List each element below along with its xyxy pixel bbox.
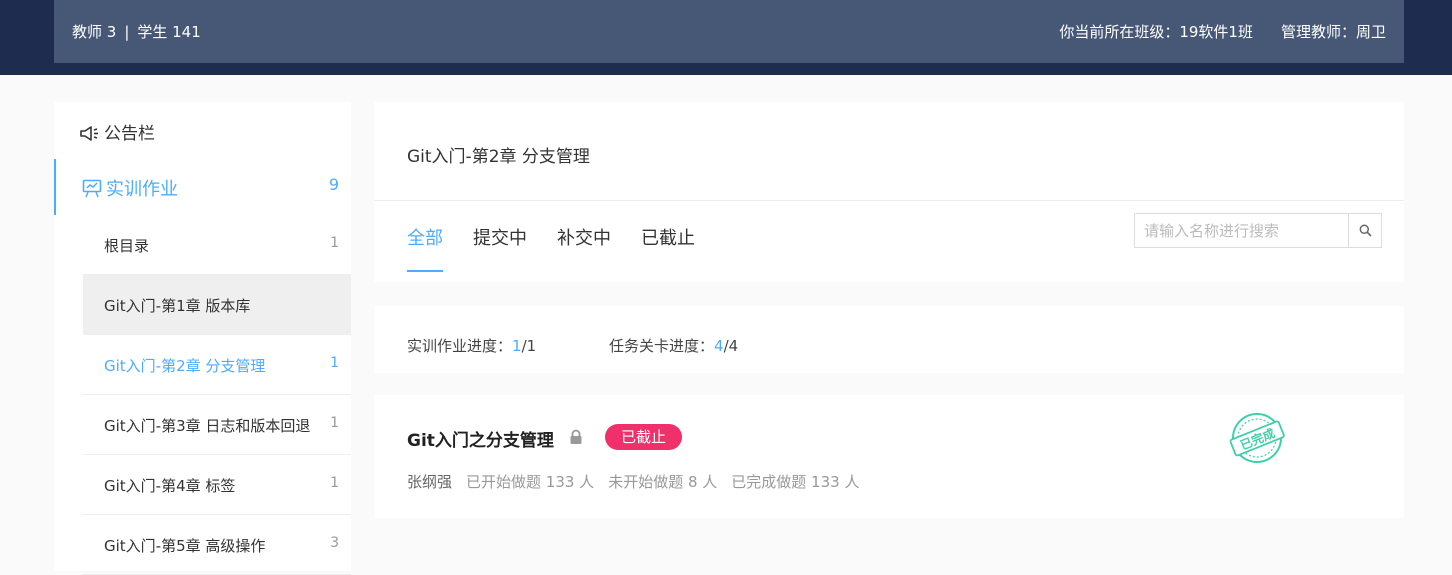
sidebar-item-label: 根目录 — [104, 237, 150, 255]
progress-panel: 实训作业进度：1/1 任务关卡进度：4/4 — [374, 306, 1404, 373]
teacher-count[interactable]: 教师 3 — [72, 23, 116, 41]
category-label: 实训作业 — [106, 179, 178, 200]
sidebar-item-chapter-2[interactable]: Git入门-第2章 分支管理 1 — [83, 335, 351, 395]
title-panel: Git入门-第2章 分支管理 全部 提交中 补交中 已截止 — [374, 102, 1404, 282]
stats-separator: | — [124, 23, 130, 41]
category-count: 9 — [328, 175, 339, 194]
class-info: 你当前所在班级：19软件1班 管理教师：周卫 — [1059, 21, 1386, 42]
sidebar-item-label: Git入门-第2章 分支管理 — [104, 357, 266, 375]
megaphone-icon — [80, 126, 98, 141]
sidebar-item-root[interactable]: 根目录 1 — [83, 215, 351, 275]
search-button[interactable] — [1348, 214, 1381, 247]
task-title[interactable]: Git入门之分支管理 — [407, 426, 554, 451]
sidebar-item-count: 1 — [330, 415, 339, 431]
notice-label: 公告栏 — [104, 124, 155, 144]
task-card[interactable]: Git入门之分支管理 已截止 已完成 张纲强 已开始做题 133 人未开始做题 8… — [374, 395, 1404, 518]
search-box — [1134, 213, 1382, 248]
sidebar-item-label: Git入门-第1章 版本库 — [104, 297, 251, 315]
sidebar-item-chapter-1[interactable]: Git入门-第1章 版本库 — [83, 275, 351, 335]
tab-all[interactable]: 全部 — [407, 224, 443, 272]
task-meta: 张纲强 已开始做题 133 人未开始做题 8 人已完成做题 133 人 — [407, 471, 873, 492]
completed-count: 已完成做题 133 人 — [731, 473, 860, 491]
task-progress: 任务关卡进度：4/4 — [609, 337, 739, 355]
sidebar-item-label: Git入门-第3章 日志和版本回退 — [104, 417, 311, 435]
sidebar-item-chapter-4[interactable]: Git入门-第4章 标签 1 — [83, 455, 351, 515]
sidebar-item-count: 3 — [330, 535, 339, 551]
status-tabs: 全部 提交中 补交中 已截止 — [407, 224, 725, 272]
sidebar-item-count: 1 — [330, 475, 339, 491]
search-icon — [1359, 224, 1372, 237]
sidebar-item-label: Git入门-第4章 标签 — [104, 477, 236, 495]
current-class: 你当前所在班级：19软件1班 — [1059, 23, 1253, 41]
started-count: 已开始做题 133 人 — [466, 473, 595, 491]
sidebar-item-chapter-5[interactable]: Git入门-第5章 高级操作 3 — [83, 515, 351, 575]
page-title: Git入门-第2章 分支管理 — [407, 147, 590, 167]
tab-late-submit[interactable]: 补交中 — [557, 224, 611, 272]
lock-icon — [570, 429, 582, 444]
sidebar-category-homework[interactable]: 实训作业 9 — [54, 159, 351, 215]
status-badge: 已截止 — [605, 424, 682, 450]
sidebar-item-label: Git入门-第5章 高级操作 — [104, 537, 266, 555]
class-header-bar: 教师 3 | 学生 141 你当前所在班级：19软件1班 管理教师：周卫 — [54, 0, 1404, 63]
sidebar-item-chapter-3[interactable]: Git入门-第3章 日志和版本回退 1 — [83, 395, 351, 455]
task-author: 张纲强 — [407, 473, 453, 491]
homework-progress: 实训作业进度：1/1 — [407, 337, 537, 355]
sidebar-item-count: 1 — [330, 235, 339, 251]
admin-teacher: 管理教师：周卫 — [1280, 23, 1386, 41]
sidebar: 公告栏 实训作业 9 根目录 1 Git入门-第1章 版本库 Git入门-第2章… — [54, 102, 351, 575]
search-input[interactable] — [1135, 214, 1349, 247]
class-stats: 教师 3 | 学生 141 — [72, 21, 201, 42]
presentation-icon — [82, 179, 102, 198]
student-count[interactable]: 学生 141 — [137, 23, 200, 41]
tab-closed[interactable]: 已截止 — [641, 224, 695, 272]
divider — [374, 200, 1404, 201]
sidebar-item-count: 1 — [330, 355, 339, 371]
completed-stamp-icon: 已完成 — [1229, 413, 1285, 463]
sidebar-item-notice[interactable]: 公告栏 — [80, 119, 155, 144]
tab-submitting[interactable]: 提交中 — [473, 224, 527, 272]
not-started-count: 未开始做题 8 人 — [608, 473, 718, 491]
